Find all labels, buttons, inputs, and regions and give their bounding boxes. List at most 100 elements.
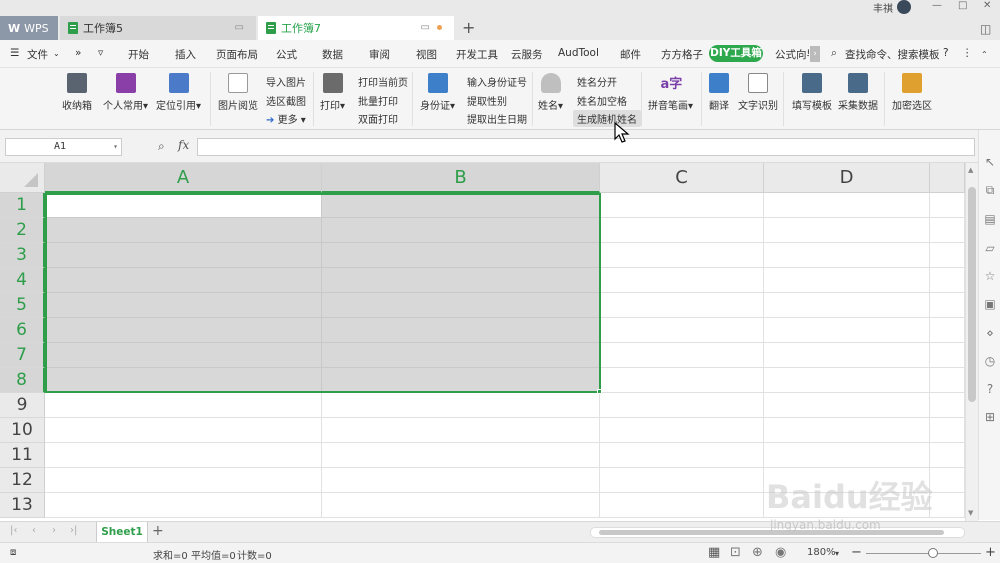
row-header[interactable]: 8 — [0, 368, 45, 393]
grid-cell[interactable] — [930, 318, 965, 343]
zoom-slider-knob[interactable] — [928, 548, 938, 558]
chevron-down-icon[interactable]: ▾ — [113, 139, 118, 155]
grid-cell[interactable] — [322, 443, 600, 468]
column-header[interactable]: A — [45, 163, 322, 193]
grid-cell[interactable] — [764, 243, 930, 268]
row-header[interactable]: 11 — [0, 443, 45, 468]
last-sheet-icon[interactable]: ›| — [70, 525, 77, 536]
split-name-button[interactable]: 姓名分开 — [577, 74, 617, 89]
maximize-icon[interactable]: □ — [958, 0, 967, 11]
storage-button[interactable]: 收纳箱 — [62, 73, 92, 112]
grid-cell[interactable] — [600, 443, 764, 468]
more-double-arrow-icon[interactable]: » — [75, 47, 81, 59]
grid-cell[interactable] — [45, 418, 322, 443]
prev-sheet-icon[interactable]: ‹ — [32, 525, 36, 536]
grid-cell[interactable] — [764, 393, 930, 418]
chevron-down-icon[interactable]: ▾ — [835, 549, 839, 558]
spreadsheet-grid[interactable]: A B C D 1 2 3 4 5 6 7 8 9 10 11 12 13 — [0, 163, 965, 521]
grid-cell[interactable] — [45, 468, 322, 493]
select-all-corner[interactable] — [0, 163, 45, 193]
grid-cell[interactable] — [600, 268, 764, 293]
menu-data[interactable]: 数据 — [322, 47, 343, 62]
zoom-out-icon[interactable]: − — [851, 545, 862, 560]
personal-button[interactable]: 个人常用▾ — [103, 73, 148, 112]
grid-cell[interactable] — [45, 218, 322, 243]
grid-cell[interactable] — [930, 443, 965, 468]
grid-cell[interactable] — [930, 193, 965, 218]
grid-cell[interactable] — [930, 368, 965, 393]
more-dots-icon[interactable]: ⋮ — [962, 47, 973, 59]
menu-developer[interactable]: 开发工具 — [456, 47, 498, 62]
menu-formula[interactable]: 公式 — [276, 47, 297, 62]
grid-cell[interactable] — [45, 268, 322, 293]
first-sheet-icon[interactable]: |‹ — [10, 525, 17, 536]
tab-wps-home[interactable]: W WPS — [0, 16, 58, 40]
grid-cell[interactable] — [930, 218, 965, 243]
grid-cell[interactable] — [764, 268, 930, 293]
grid-cell[interactable] — [600, 393, 764, 418]
reading-mode-icon[interactable]: ⊕ — [752, 545, 763, 560]
minimize-icon[interactable]: — — [932, 0, 942, 11]
row-header[interactable]: 5 — [0, 293, 45, 318]
row-header[interactable]: 10 — [0, 418, 45, 443]
grid-cell[interactable] — [45, 443, 322, 468]
panel-toggle-icon[interactable]: ◫ — [980, 22, 991, 36]
normal-view-icon[interactable]: ▦ — [708, 545, 720, 560]
chevron-down-icon[interactable]: ⌄ — [53, 49, 60, 58]
row-header[interactable]: 4 — [0, 268, 45, 293]
print-current-button[interactable]: 打印当前页 — [358, 74, 408, 89]
horizontal-scrollbar[interactable] — [590, 527, 965, 538]
shapes-icon[interactable]: ⧉ — [983, 183, 997, 197]
menu-cloud[interactable]: 云服务 — [511, 47, 543, 62]
grid-cell[interactable] — [930, 393, 965, 418]
batch-print-button[interactable]: 批量打印 — [358, 93, 398, 108]
grid-cell[interactable] — [600, 468, 764, 493]
menu-review[interactable]: 审阅 — [369, 47, 390, 62]
menu-home[interactable]: 开始 — [128, 47, 149, 62]
apps-grid-icon[interactable]: ⊞ — [983, 410, 997, 424]
fill-handle[interactable] — [597, 389, 602, 394]
ocr-button[interactable]: 文字识别 — [738, 73, 778, 112]
grid-cell[interactable] — [322, 318, 600, 343]
tab-workbook-5[interactable]: 工作簿5 ▭ — [60, 16, 256, 40]
formula-input[interactable] — [197, 138, 975, 156]
grid-cell[interactable] — [764, 368, 930, 393]
grid-cell[interactable] — [322, 268, 600, 293]
fill-template-button[interactable]: 填写模板 — [792, 73, 832, 112]
row-header[interactable]: 7 — [0, 343, 45, 368]
grid-cell[interactable] — [45, 368, 322, 393]
extract-gender-button[interactable]: 提取性别 — [467, 93, 507, 108]
grid-cell[interactable] — [930, 293, 965, 318]
collapse-ribbon-icon[interactable]: ⌃ — [981, 50, 988, 59]
name-box[interactable]: A1 ▾ — [5, 138, 122, 156]
duplex-print-button[interactable]: 双面打印 — [358, 111, 398, 126]
name-add-space-button[interactable]: 姓名加空格 — [577, 93, 627, 108]
grid-cell[interactable] — [45, 343, 322, 368]
input-id-button[interactable]: 输入身份证号 — [467, 74, 527, 89]
zoom-in-icon[interactable]: + — [985, 545, 996, 560]
macro-record-icon[interactable]: ⧈ — [10, 547, 16, 558]
scroll-thumb[interactable] — [599, 530, 944, 535]
grid-cell[interactable] — [600, 193, 764, 218]
translate-button[interactable]: 翻译 — [709, 73, 729, 112]
menu-scroll-right-icon[interactable]: › — [810, 46, 820, 62]
zoom-magnifier-icon[interactable]: ⌕ — [158, 139, 165, 154]
search-icon[interactable]: ⌕ — [831, 47, 837, 60]
hamburger-icon[interactable]: ☰ — [10, 47, 19, 59]
collect-data-button[interactable]: 采集数据 — [838, 73, 878, 112]
customize-icon[interactable]: ▿ — [98, 47, 103, 59]
name-button[interactable]: 姓名▾ — [538, 73, 563, 112]
comment-icon[interactable]: ▱ — [983, 241, 997, 255]
grid-cell[interactable] — [45, 393, 322, 418]
grid-cell[interactable] — [322, 368, 600, 393]
monitor-icon[interactable]: ▭ — [235, 22, 244, 33]
menu-mail[interactable]: 邮件 — [620, 47, 641, 62]
star-icon[interactable]: ☆ — [983, 269, 997, 283]
grid-cell[interactable] — [600, 368, 764, 393]
row-header[interactable]: 2 — [0, 218, 45, 243]
menu-formula-wizard[interactable]: 公式向导 — [775, 47, 809, 62]
extract-birthday-button[interactable]: 提取出生日期 — [467, 111, 527, 126]
help-circle-icon[interactable]: ? — [983, 382, 997, 396]
row-header[interactable]: 13 — [0, 493, 45, 518]
grid-cell[interactable] — [600, 293, 764, 318]
